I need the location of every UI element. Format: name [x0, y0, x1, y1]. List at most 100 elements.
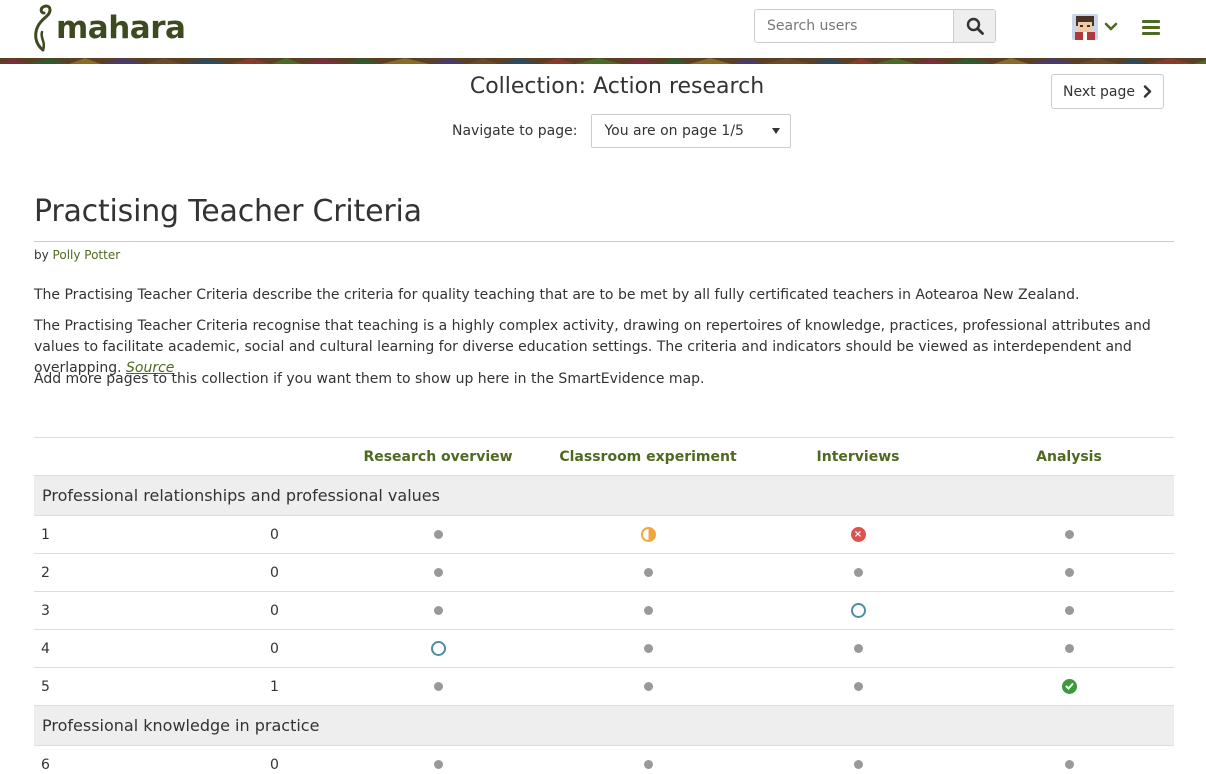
matrix-cell[interactable] [850, 564, 866, 580]
ready-for-assessment-icon [430, 640, 446, 656]
matrix-cell[interactable] [430, 640, 446, 656]
no-annotation-dot-icon [853, 681, 863, 691]
mahara-logo[interactable]: mahara [32, 4, 186, 52]
completed-count: 0 [270, 757, 279, 773]
matrix-cell[interactable] [850, 602, 866, 618]
met-check-icon [1061, 678, 1077, 694]
no-annotation-dot-icon [643, 605, 653, 615]
matrix-header-row: Research overview Classroom experiment I… [34, 437, 1174, 475]
title-divider [34, 241, 1174, 242]
user-menu-toggle[interactable] [1072, 14, 1118, 40]
criterion-number[interactable]: 5 [41, 679, 50, 695]
page-navigation: Navigate to page: You are on page 1/5 [452, 114, 792, 148]
no-annotation-dot-icon [433, 681, 443, 691]
no-annotation-dot-icon [853, 759, 863, 769]
chevron-right-icon [1143, 85, 1152, 98]
matrix-cell[interactable] [640, 756, 656, 772]
chevron-down-icon [1104, 22, 1118, 31]
no-annotation-dot-icon [433, 529, 443, 539]
matrix-cell[interactable] [850, 640, 866, 656]
criterion-number[interactable]: 6 [41, 757, 50, 773]
description-paragraph-3: Add more pages to this collection if you… [34, 371, 705, 387]
matrix-cell[interactable] [1061, 602, 1077, 618]
user-search [754, 9, 996, 43]
caret-down-icon [772, 128, 781, 134]
no-annotation-dot-icon [643, 759, 653, 769]
completed-count: 1 [270, 679, 279, 695]
search-input[interactable] [755, 10, 953, 42]
matrix-cell[interactable] [1061, 526, 1077, 542]
no-annotation-dot-icon [1064, 759, 1074, 769]
criterion-number[interactable]: 4 [41, 641, 50, 657]
matrix-cell[interactable] [430, 602, 446, 618]
matrix-row: 51 [34, 667, 1174, 705]
completed-count: 0 [270, 565, 279, 581]
page-select-value: You are on page 1/5 [604, 123, 744, 139]
no-annotation-dot-icon [853, 567, 863, 577]
description-paragraph-1: The Practising Teacher Criteria describe… [34, 287, 1080, 303]
no-annotation-dot-icon [1064, 567, 1074, 577]
by-prefix: by [34, 248, 49, 262]
mahara-koru-icon [34, 4, 52, 52]
matrix-row: 20 [34, 553, 1174, 591]
section-row: Professional knowledge in practice [34, 705, 1174, 745]
matrix-cell[interactable] [430, 678, 446, 694]
search-icon [966, 17, 984, 35]
no-annotation-dot-icon [433, 567, 443, 577]
no-annotation-dot-icon [1064, 529, 1074, 539]
no-annotation-dot-icon [1064, 643, 1074, 653]
column-header-analysis[interactable]: Analysis [1036, 449, 1102, 465]
author-link[interactable]: Polly Potter [53, 248, 121, 262]
logo-text: mahara [56, 10, 186, 46]
completed-count: 0 [270, 527, 279, 543]
matrix-cell[interactable] [1061, 640, 1077, 656]
matrix-cell[interactable] [1061, 564, 1077, 580]
column-header-interviews[interactable]: Interviews [817, 449, 900, 465]
page-title: Practising Teacher Criteria [34, 194, 422, 229]
navigate-label: Navigate to page: [452, 123, 578, 139]
criterion-number[interactable]: 2 [41, 565, 50, 581]
matrix-cell[interactable] [640, 640, 656, 656]
paragraph-2-text: The Practising Teacher Criteria recognis… [34, 318, 1151, 376]
matrix-row: 60 [34, 745, 1174, 774]
no-annotation-dot-icon [643, 567, 653, 577]
matrix-cell[interactable]: × [850, 526, 866, 542]
page-select[interactable]: You are on page 1/5 [591, 114, 792, 148]
matrix-cell[interactable] [850, 756, 866, 772]
next-page-button[interactable]: Next page [1051, 74, 1164, 109]
matrix-cell[interactable] [430, 756, 446, 772]
matrix-cell[interactable] [640, 678, 656, 694]
matrix-cell[interactable] [640, 602, 656, 618]
main-menu-button[interactable] [1142, 19, 1160, 39]
matrix-cell[interactable] [640, 526, 656, 542]
criterion-number[interactable]: 3 [41, 603, 50, 619]
no-annotation-dot-icon [1064, 605, 1074, 615]
matrix-cell[interactable] [640, 564, 656, 580]
site-header: mahara [0, 0, 1206, 64]
smartevidence-matrix: Research overview Classroom experiment I… [34, 437, 1174, 774]
column-header-research-overview[interactable]: Research overview [363, 449, 512, 465]
section-row: Professional relationships and professio… [34, 475, 1174, 515]
matrix-cell[interactable] [850, 678, 866, 694]
matrix-row: 1 0 × [34, 515, 1174, 553]
decorative-banner [0, 58, 1206, 64]
hamburger-icon [1142, 20, 1160, 35]
matrix-cell[interactable] [430, 564, 446, 580]
no-annotation-dot-icon [643, 643, 653, 653]
avatar [1072, 14, 1098, 40]
search-button[interactable] [953, 10, 995, 42]
section-title: Professional relationships and professio… [42, 486, 440, 505]
column-header-classroom-experiment[interactable]: Classroom experiment [559, 449, 736, 465]
criterion-number[interactable]: 1 [41, 527, 50, 543]
matrix-cell[interactable] [1061, 756, 1077, 772]
next-page-label: Next page [1062, 83, 1136, 100]
matrix-cell[interactable] [1061, 678, 1077, 694]
matrix-cell[interactable] [430, 526, 446, 542]
collection-title: Collection: Action research [469, 74, 765, 99]
no-annotation-dot-icon [433, 759, 443, 769]
section-title: Professional knowledge in practice [42, 716, 320, 735]
no-annotation-dot-icon [853, 643, 863, 653]
completed-count: 0 [270, 641, 279, 657]
completed-count: 0 [270, 603, 279, 619]
no-annotation-dot-icon [643, 681, 653, 691]
